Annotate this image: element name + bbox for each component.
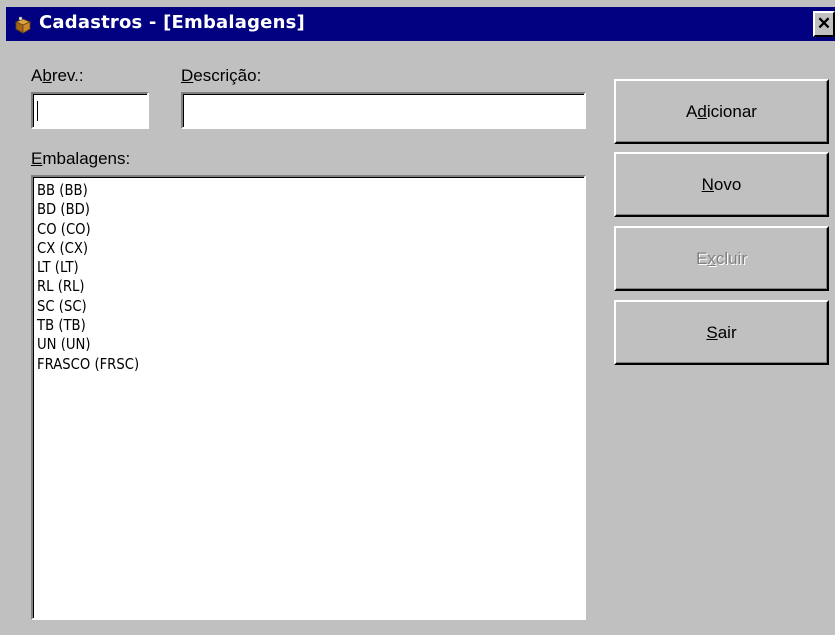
title-bar[interactable]: Cadastros - [Embalagens] ✕ bbox=[6, 7, 835, 41]
close-button[interactable]: ✕ bbox=[813, 11, 835, 37]
descricao-label: Descrição: bbox=[181, 66, 262, 85]
abrev-label-accelerator: b bbox=[42, 66, 52, 85]
list-item[interactable]: BB (BB) bbox=[37, 181, 515, 200]
list-item[interactable]: TB (TB) bbox=[37, 316, 515, 335]
adicionar-button[interactable]: Adicionar bbox=[614, 79, 829, 144]
list-item[interactable]: CX (CX) bbox=[37, 239, 515, 258]
list-item[interactable]: LT (LT) bbox=[37, 258, 515, 277]
novo-button[interactable]: Novo bbox=[614, 152, 829, 217]
embalagens-listbox[interactable]: BB (BB) BD (BD) CO (CO) CX (CX) LT (LT) … bbox=[31, 175, 586, 620]
list-item[interactable]: RL (RL) bbox=[37, 277, 515, 296]
embalagens-label: Embalagens: bbox=[31, 149, 131, 168]
abrev-label: Abrev.: bbox=[31, 66, 84, 85]
list-item[interactable]: FRASCO (FRSC) bbox=[37, 355, 515, 374]
sair-button[interactable]: Sair bbox=[614, 300, 829, 365]
close-icon: ✕ bbox=[816, 14, 832, 33]
abrev-field[interactable] bbox=[31, 92, 149, 129]
descricao-input[interactable] bbox=[183, 94, 584, 127]
window-title: Cadastros - [Embalagens] bbox=[39, 12, 305, 33]
descricao-field[interactable] bbox=[181, 92, 586, 129]
embalagens-label-accelerator: E bbox=[31, 149, 43, 168]
excluir-button[interactable]: Excluir bbox=[614, 226, 829, 291]
list-item[interactable]: CO (CO) bbox=[37, 220, 515, 239]
descricao-label-accelerator: D bbox=[181, 66, 194, 85]
cadastros-window: Cadastros - [Embalagens] ✕ Abrev.: Descr… bbox=[0, 0, 835, 635]
list-item[interactable]: SC (SC) bbox=[37, 297, 515, 316]
abrev-input[interactable] bbox=[33, 94, 147, 127]
list-item[interactable]: BD (BD) bbox=[37, 200, 515, 219]
text-caret bbox=[37, 101, 38, 121]
package-icon bbox=[14, 16, 32, 34]
list-item[interactable]: UN (UN) bbox=[37, 335, 515, 354]
